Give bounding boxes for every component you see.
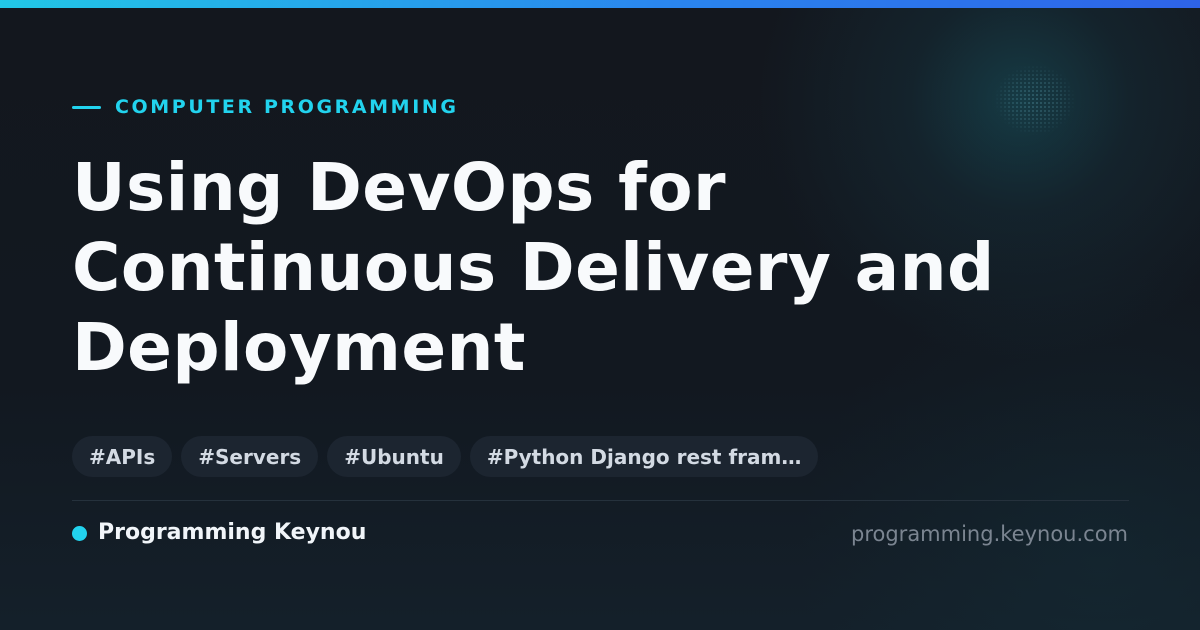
author-name: Programming Keynou bbox=[98, 520, 367, 545]
accent-top-bar bbox=[0, 0, 1200, 8]
article-title: Using DevOps for Continuous Delivery and… bbox=[72, 149, 995, 386]
tag-servers[interactable]: #Servers bbox=[181, 436, 319, 477]
tag-python-django-rest-framework[interactable]: #Python Django rest fram… bbox=[469, 436, 819, 477]
tag-ubuntu[interactable]: #Ubuntu bbox=[327, 436, 461, 477]
tag-list: #APIs #Servers #Ubuntu #Python Django re… bbox=[72, 436, 819, 477]
tag-apis[interactable]: #APIs bbox=[72, 436, 173, 477]
category-dash-icon bbox=[72, 105, 101, 109]
site-url[interactable]: programming.keynou.com bbox=[851, 519, 1128, 549]
category-eyebrow: COMPUTER PROGRAMMING bbox=[72, 94, 459, 120]
author-dot-icon bbox=[72, 525, 87, 541]
author: Programming Keynou bbox=[72, 518, 366, 548]
share-card: COMPUTER PROGRAMMING Using DevOps for Co… bbox=[0, 0, 1200, 630]
footer-divider bbox=[72, 500, 1129, 501]
decorative-dot-pattern bbox=[995, 65, 1075, 135]
category-label: COMPUTER PROGRAMMING bbox=[115, 96, 459, 118]
